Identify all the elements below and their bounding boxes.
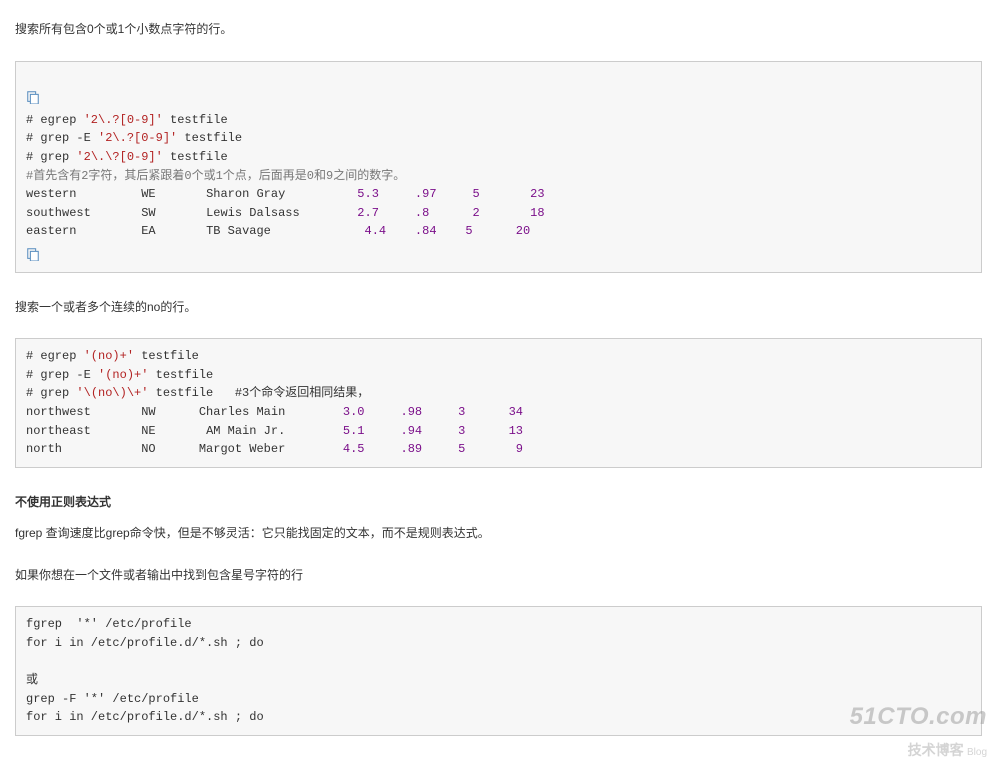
- section-heading: 不使用正则表达式: [15, 492, 982, 514]
- copy-icon[interactable]: [26, 88, 40, 107]
- code-block-1: # egrep '2\.?[0-9]' testfile # grep -E '…: [15, 61, 982, 273]
- code-block-2: # egrep '(no)+' testfile # grep -E '(no)…: [15, 338, 982, 468]
- paragraph-3: fgrep 查询速度比grep命令快，但是不够灵活：它只能找固定的文本，而不是规…: [15, 523, 982, 545]
- paragraph-1: 搜索所有包含0个或1个小数点字符的行。: [15, 19, 982, 41]
- code-block-3: fgrep '*' /etc/profile for i in /etc/pro…: [15, 606, 982, 736]
- table-row: southwest SW Lewis Dalsass 2.7 .8 2 18: [26, 206, 545, 220]
- table-row: north NO Margot Weber 4.5 .89 5 9: [26, 442, 523, 456]
- table-row: northeast NE AM Main Jr. 5.1 .94 3 13: [26, 424, 523, 438]
- paragraph-2: 搜索一个或者多个连续的no的行。: [15, 297, 982, 319]
- table-row: eastern EA TB Savage 4.4 .84 5 20: [26, 224, 530, 238]
- paragraph-4: 如果你想在一个文件或者输出中找到包含星号字符的行: [15, 565, 982, 587]
- copy-icon[interactable]: [26, 245, 40, 264]
- table-row: northwest NW Charles Main 3.0 .98 3 34: [26, 405, 523, 419]
- table-row: western WE Sharon Gray 5.3 .97 5 23: [26, 187, 545, 201]
